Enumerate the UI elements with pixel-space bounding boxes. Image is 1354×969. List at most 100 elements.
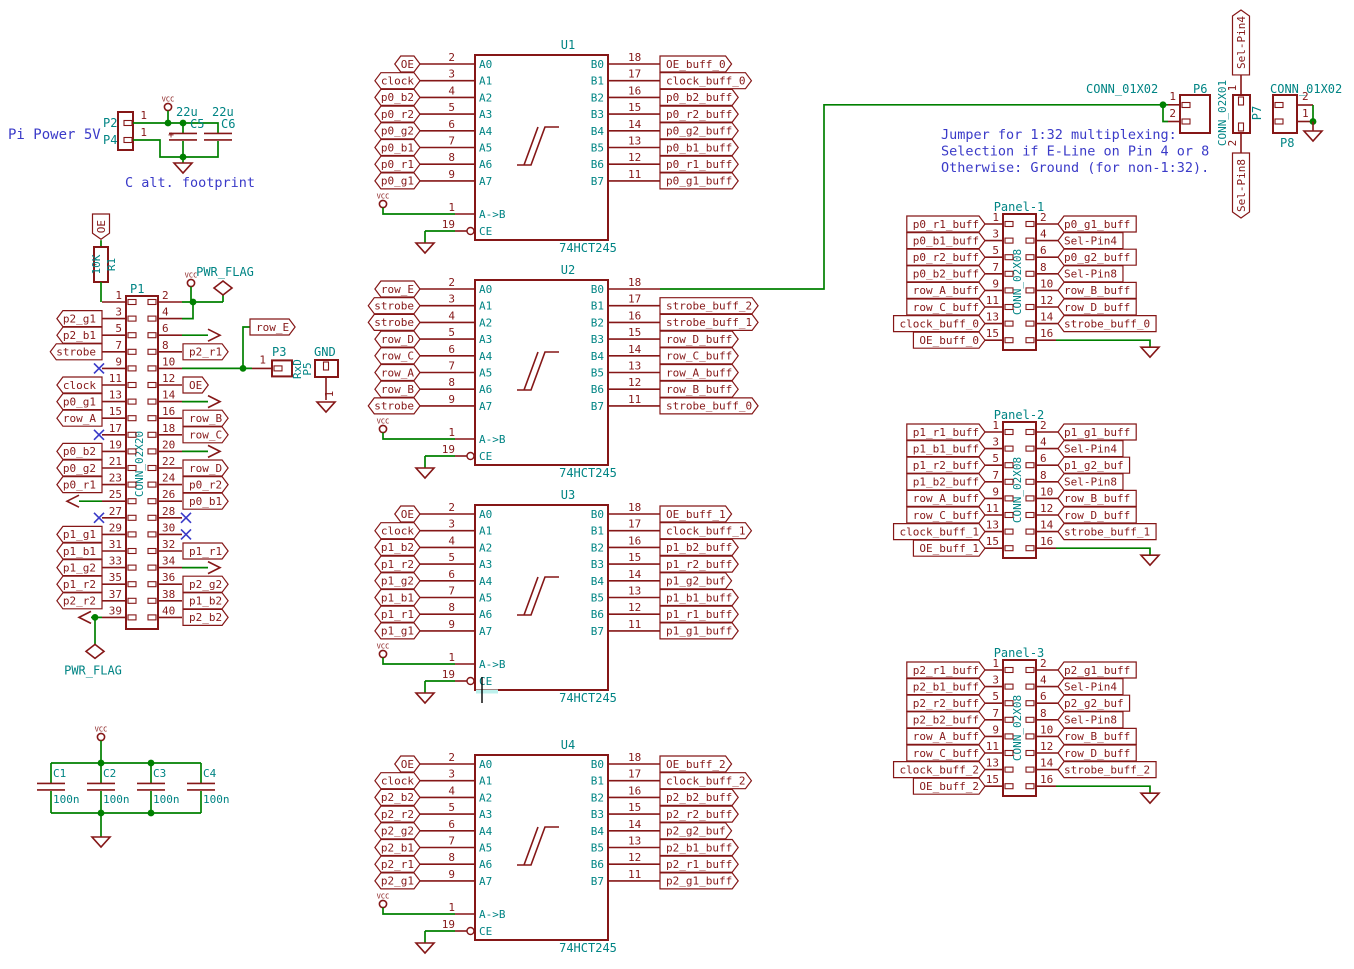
net-label[interactable]: p1_b1_buff xyxy=(907,441,985,457)
net-label[interactable]: row_B_buff xyxy=(1058,490,1136,506)
net-label[interactable]: p1_b2_buff xyxy=(660,539,738,555)
wire-segment[interactable] xyxy=(383,433,455,439)
net-label[interactable]: p2_b2_buff xyxy=(907,712,985,728)
net-label[interactable]: row_C xyxy=(375,348,420,364)
wire-segment[interactable] xyxy=(383,908,455,914)
net-label[interactable]: p2_b1 xyxy=(375,840,420,856)
connector-panel-2[interactable]: Panel-2CONN_02X081p1_r1_buff3p1_b1_buff5… xyxy=(894,408,1159,565)
net-label[interactable]: row_A_buff xyxy=(660,365,738,381)
jumper-section[interactable]: Jumper for 1:32 multiplexing:Selection i… xyxy=(941,10,1342,218)
net-label[interactable]: strobe_buff_1 xyxy=(1058,524,1156,540)
net-label[interactable]: Sel-Pin4 xyxy=(1058,679,1123,695)
net-label[interactable]: p2_b1_buff xyxy=(660,840,738,856)
net-label[interactable]: strobe_buff_2 xyxy=(660,298,758,314)
net-label[interactable]: clock xyxy=(375,523,420,539)
net-label[interactable]: p2_r2_buff xyxy=(907,695,985,711)
net-label[interactable]: p2_b1_buff xyxy=(907,679,985,695)
net-label[interactable]: p0_r1_buff xyxy=(660,156,738,172)
net-label[interactable]: p1_b1_buff xyxy=(660,590,738,606)
net-label[interactable]: p1_g1 xyxy=(375,623,420,639)
wire-segment[interactable] xyxy=(1056,786,1150,793)
net-label[interactable]: row_D_buff xyxy=(1058,299,1136,315)
net-label[interactable]: clock xyxy=(57,377,102,393)
pullup-r1[interactable]: OE10KR1 xyxy=(90,214,118,302)
net-label[interactable]: p2_r1 xyxy=(183,344,228,360)
connector-p1[interactable]: P1CONN_02X201234p2_g156p2_b178strobep2_r… xyxy=(50,265,295,677)
net-label[interactable]: p0_r1 xyxy=(375,156,420,172)
net-label[interactable]: clock xyxy=(375,73,420,89)
net-label[interactable]: p1_r1 xyxy=(183,543,228,559)
net-label[interactable]: p2_g2_buf xyxy=(1058,695,1130,711)
connector-panel-1[interactable]: Panel-1CONN_02X081p0_r1_buff3p0_b1_buff5… xyxy=(894,200,1159,357)
net-label[interactable]: p2_g2_buf xyxy=(660,823,732,839)
net-label[interactable]: row_D_buff xyxy=(1058,507,1136,523)
net-label[interactable]: strobe_buff_0 xyxy=(1058,316,1156,332)
net-label[interactable]: p2_r1 xyxy=(375,856,420,872)
connector-p6-body[interactable] xyxy=(1180,95,1210,133)
net-label[interactable]: p2_g1_buff xyxy=(1058,662,1136,678)
net-label[interactable]: strobe xyxy=(368,398,420,414)
net-label[interactable]: p1_g2 xyxy=(57,560,102,576)
net-label[interactable]: OE_buff_2 xyxy=(913,778,985,794)
net-label[interactable]: row_E xyxy=(375,281,420,297)
net-label[interactable]: clock_buff_1 xyxy=(894,524,985,540)
net-label[interactable]: p0_g1 xyxy=(375,173,420,189)
net-label[interactable]: OE xyxy=(183,377,208,393)
connector-panel-3[interactable]: Panel-3CONN_02X081p2_r1_buff3p2_b1_buff5… xyxy=(894,646,1159,803)
net-label[interactable]: p0_r2_buff xyxy=(660,106,738,122)
net-label[interactable]: strobe_buff_0 xyxy=(660,398,758,414)
net-label[interactable]: row_B_buff xyxy=(1058,282,1136,298)
net-label[interactable]: OE xyxy=(395,756,420,772)
net-label[interactable]: p1_b2 xyxy=(183,593,228,609)
net-label[interactable]: p1_g2 xyxy=(375,573,420,589)
net-label[interactable]: row_A_buff xyxy=(907,728,985,744)
net-label[interactable]: p0_r2 xyxy=(183,477,228,493)
net-label[interactable]: p1_g1_buff xyxy=(660,623,738,639)
net-label[interactable]: strobe_buff_1 xyxy=(660,314,758,330)
net-label[interactable]: OE_buff_0 xyxy=(660,56,732,72)
net-label[interactable]: p1_r2_buff xyxy=(660,556,738,572)
net-label[interactable]: p1_r1 xyxy=(375,606,420,622)
wire-segment[interactable] xyxy=(383,658,455,664)
power-input-section[interactable]: Pi Power 5VP2P411VCC+C522uC622uC alt. fo… xyxy=(8,96,255,192)
net-label[interactable]: strobe_buff_2 xyxy=(1058,762,1156,778)
net-label[interactable]: Sel-Pin8 xyxy=(1058,266,1123,282)
net-label[interactable]: p1_g1 xyxy=(57,526,102,542)
net-label[interactable]: row_C_buff xyxy=(907,299,985,315)
net-label[interactable]: Sel-Pin8 xyxy=(1233,153,1250,218)
net-label[interactable]: p2_g2 xyxy=(375,823,420,839)
net-label[interactable]: OE xyxy=(395,506,420,522)
net-label[interactable]: Sel-Pin4 xyxy=(1058,441,1123,457)
net-label[interactable]: p1_g2_buf xyxy=(660,573,732,589)
net-label[interactable]: p1_r1_buff xyxy=(660,606,738,622)
wire-segment[interactable] xyxy=(1056,548,1150,555)
net-label[interactable]: Sel-Pin8 xyxy=(1058,474,1123,490)
connector-p7-body[interactable] xyxy=(1233,95,1250,133)
net-label[interactable]: p2_b2 xyxy=(183,609,228,625)
net-label[interactable]: row_C xyxy=(183,427,228,443)
net-label[interactable]: row_A_buff xyxy=(907,282,985,298)
wire-segment[interactable] xyxy=(133,140,218,157)
connector-p2p4-body[interactable] xyxy=(118,112,133,150)
net-label[interactable]: p2_r2 xyxy=(57,593,102,609)
wire-segment[interactable] xyxy=(1056,340,1150,347)
net-label[interactable]: p1_r2 xyxy=(57,576,102,592)
net-label[interactable]: p1_g1_buff xyxy=(1058,424,1136,440)
net-label[interactable]: p1_b2_buff xyxy=(907,474,985,490)
net-label[interactable]: strobe xyxy=(368,298,420,314)
net-label[interactable]: p1_b2 xyxy=(375,539,420,555)
wire-segment[interactable] xyxy=(383,208,455,214)
net-label[interactable]: p0_b1_buff xyxy=(660,140,738,156)
net-label[interactable]: p2_g1 xyxy=(57,311,102,327)
net-label[interactable]: p0_b2_buff xyxy=(660,89,738,105)
net-label[interactable]: p0_g1_buff xyxy=(1058,216,1136,232)
chip-u1[interactable]: U174HCT2452A0OE3A1clock4A2p0_b25A3p0_r26… xyxy=(375,38,752,255)
net-label[interactable]: clock_buff_1 xyxy=(660,523,751,539)
net-label[interactable]: p2_g1_buff xyxy=(660,873,738,889)
net-label[interactable]: p1_r2_buff xyxy=(907,457,985,473)
net-label[interactable]: p2_b2 xyxy=(375,789,420,805)
net-label[interactable]: p0_r1 xyxy=(57,477,102,493)
net-label[interactable]: row_A xyxy=(375,365,420,381)
net-label[interactable]: p0_g2_buff xyxy=(660,123,738,139)
net-label[interactable]: p0_r2 xyxy=(375,106,420,122)
